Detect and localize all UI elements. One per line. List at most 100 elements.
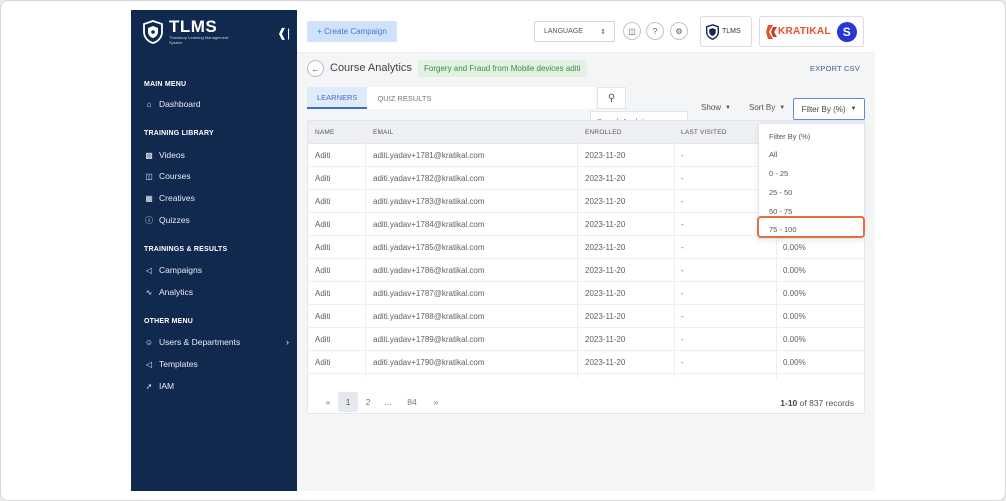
sidebar-item-label: Quizzes <box>159 215 190 225</box>
section-training-library: TRAINING LIBRARY <box>144 130 214 137</box>
filter-option-50-75[interactable]: 50 - 75 <box>769 207 792 216</box>
cell-name: Aditi <box>315 266 331 275</box>
next-page-button[interactable]: » <box>426 392 446 412</box>
filter-option-25-50[interactable]: 25 - 50 <box>769 188 792 197</box>
sidebar-item-users-departments[interactable]: ☺ Users & Departments › <box>144 337 289 347</box>
cell-enrolled: 2023-11-20 <box>585 243 626 252</box>
page-title: Course Analytics <box>330 62 412 74</box>
tlms-card-label: TLMS <box>722 28 741 35</box>
cell-email: aditi.yadav+1788@kratikal.com <box>373 312 485 321</box>
tabs-spacer <box>441 87 597 109</box>
cell-last-visited: - <box>681 151 684 160</box>
sidebar-item-creatives[interactable]: ▦ Creatives <box>144 193 289 203</box>
sidebar-item-label: Campaigns <box>159 265 202 275</box>
book-icon: ◫ <box>145 171 153 181</box>
sidebar-item-templates[interactable]: ◁ Templates <box>144 359 289 369</box>
create-campaign-button[interactable]: + Create Campaign <box>307 21 397 42</box>
language-select[interactable]: LANGUAGE ⇕ <box>534 21 615 42</box>
sidebar-item-campaigns[interactable]: ◁ Campaigns <box>144 265 289 275</box>
tab-learners[interactable]: LEARNERS <box>307 87 368 109</box>
sidebar-item-videos[interactable]: ▩ Videos <box>144 150 289 160</box>
select-arrows-icon: ⇕ <box>600 28 606 36</box>
sort-label: Sort By <box>749 103 776 112</box>
tabs: LEARNERS QUIZ RESULTS <box>307 87 597 109</box>
cell-last-visited: - <box>681 174 684 183</box>
cell-progress: 0.00% <box>783 243 806 252</box>
cell-email: aditi.yadav+1789@kratikal.com <box>373 335 485 344</box>
table-row[interactable]: Aditi aditi.yadav+1789@kratikal.com 2023… <box>308 328 864 351</box>
top-bar: + Create Campaign LANGUAGE ⇕ ◫ ? ⚙ TLMS … <box>297 10 875 53</box>
column-header-name: NAME <box>315 129 335 136</box>
cell-progress: 0.00% <box>783 266 806 275</box>
cell-email: aditi.yadav+1781@kratikal.com <box>373 151 485 160</box>
sidebar-item-label: Analytics <box>159 287 194 297</box>
app-window: TLMS Threatcop Learning Management Syste… <box>131 10 875 491</box>
cell-name: Aditi <box>315 197 331 206</box>
cell-progress: 0.00% <box>783 289 806 298</box>
sidebar-item-label: Creatives <box>159 193 195 203</box>
cell-email: aditi.yadav+1785@kratikal.com <box>373 243 485 252</box>
filter-option-all[interactable]: All <box>769 150 777 159</box>
table-row[interactable]: Aditi aditi.yadav+1787@kratikal.com 2023… <box>308 282 864 305</box>
show-dropdown[interactable]: Show ▼ <box>701 103 731 112</box>
cell-enrolled: 2023-11-20 <box>585 174 626 183</box>
shield-logo-icon <box>706 23 719 40</box>
cell-email: aditi.yadav+1783@kratikal.com <box>373 197 485 206</box>
chevron-right-icon: › <box>286 337 289 347</box>
sidebar-item-label: Videos <box>159 150 185 160</box>
help-icon[interactable]: ? <box>646 22 664 40</box>
column-header-last-visited: LAST VISITED <box>681 129 727 136</box>
sidebar-item-quizzes[interactable]: ⓘ Quizzes <box>144 215 289 225</box>
filter-by-dropdown[interactable]: Filter By (%) ▼ <box>793 98 865 120</box>
cell-email: aditi.yadav+1784@kratikal.com <box>373 220 485 229</box>
cell-enrolled: 2023-11-20 <box>585 151 626 160</box>
filter-option-header: Filter By (%) <box>769 132 811 141</box>
megaphone-icon: ◁ <box>145 359 153 369</box>
cell-name: Aditi <box>315 151 331 160</box>
sort-by-dropdown[interactable]: Sort By ▼ <box>749 103 785 112</box>
account-card[interactable]: KRATIKAL S <box>759 16 864 47</box>
export-csv-link[interactable]: EXPORT CSV <box>810 64 860 73</box>
page-button[interactable]: 84 <box>398 392 426 412</box>
section-main-menu: MAIN MENU <box>144 81 187 88</box>
cell-last-visited: - <box>681 243 684 252</box>
back-arrow-icon[interactable]: ← <box>307 60 324 77</box>
shield-logo-icon <box>143 19 163 44</box>
logo[interactable]: TLMS Threatcop Learning Management Syste… <box>143 18 229 45</box>
section-trainings-results: TRAININGS & RESULTS <box>144 246 228 253</box>
cell-name: Aditi <box>315 174 331 183</box>
question-icon: ⓘ <box>145 215 153 225</box>
cell-name: Aditi <box>315 358 331 367</box>
settings-icon[interactable]: ⚙ <box>670 22 688 40</box>
table-row[interactable]: Aditi aditi.yadav+1786@kratikal.com 2023… <box>308 259 864 282</box>
sidebar-item-label: Courses <box>159 171 191 181</box>
tlms-switch-card[interactable]: TLMS <box>700 16 752 47</box>
page-button-current[interactable]: 1 <box>338 392 358 412</box>
page-button[interactable]: 2 <box>358 392 378 412</box>
cell-enrolled: 2023-11-20 <box>585 197 626 206</box>
table-row[interactable]: Aditi aditi.yadav+1790@kratikal.com 2023… <box>308 351 864 374</box>
cell-name: Aditi <box>315 289 331 298</box>
cell-last-visited: - <box>681 197 684 206</box>
cell-name: Aditi <box>315 243 331 252</box>
prev-page-button[interactable]: « <box>318 392 338 412</box>
cell-email: aditi.yadav+1786@kratikal.com <box>373 266 485 275</box>
cell-name: Aditi <box>315 312 331 321</box>
sidebar-item-iam[interactable]: ➚ IAM <box>144 381 289 391</box>
sidebar-item-dashboard[interactable]: ⌂ Dashboard <box>144 99 289 109</box>
table-row[interactable]: Aditi aditi.yadav+1788@kratikal.com 2023… <box>308 305 864 328</box>
cell-last-visited: - <box>681 266 684 275</box>
highlight-outline <box>757 216 865 238</box>
book-open-icon[interactable]: ◫ <box>623 22 641 40</box>
table-row[interactable]: Aditi aditi.yadav+1785@kratikal.com 2023… <box>308 236 864 259</box>
sidebar-item-analytics[interactable]: ∿ Analytics <box>144 287 289 297</box>
kratikal-logo-icon <box>766 24 777 39</box>
search-icon[interactable]: ⚲ <box>597 87 626 109</box>
cell-progress: 0.00% <box>783 335 806 344</box>
sidebar-item-courses[interactable]: ◫ Courses <box>144 171 289 181</box>
show-label: Show <box>701 103 722 112</box>
collapse-sidebar-icon[interactable]: ❰| <box>277 26 290 40</box>
tab-quiz-results[interactable]: QUIZ RESULTS <box>367 87 441 109</box>
avatar[interactable]: S <box>836 21 857 42</box>
filter-option-0-25[interactable]: 0 - 25 <box>769 169 788 178</box>
